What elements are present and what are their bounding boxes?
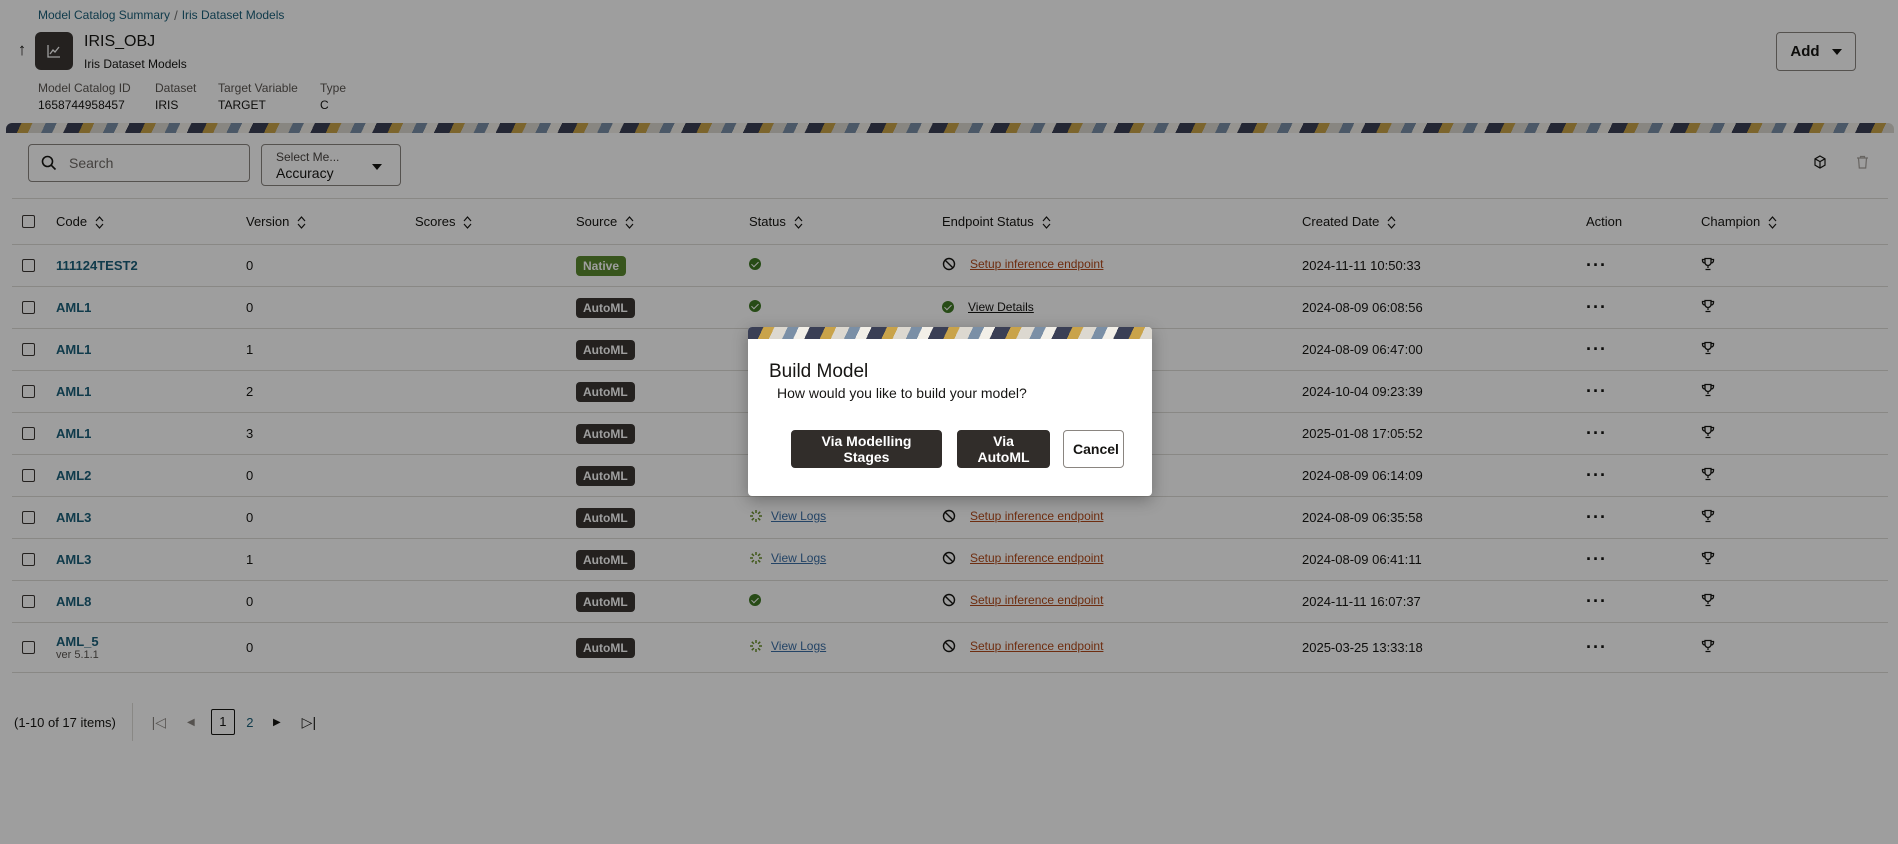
build-model-dialog: Build Model How would you like to build … [748,327,1152,496]
via-automl-button[interactable]: Via AutoML [957,430,1050,468]
via-modelling-stages-button[interactable]: Via Modelling Stages [791,430,942,468]
cancel-button[interactable]: Cancel [1063,430,1124,468]
dialog-message: How would you like to build your model? [777,385,1027,401]
dialog-title: Build Model [769,361,869,382]
decorative-band [748,327,1152,339]
